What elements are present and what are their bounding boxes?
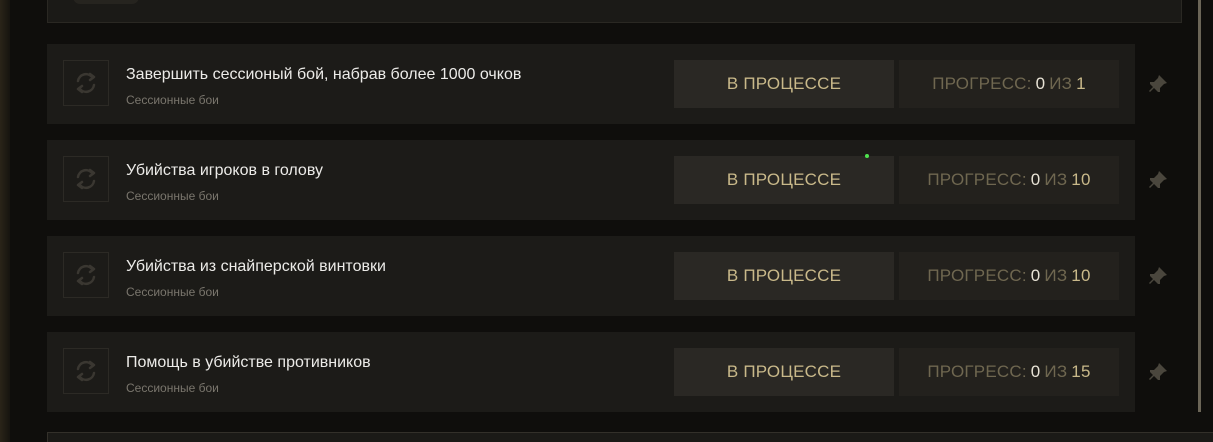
- left-decor-strip: [0, 0, 10, 442]
- progress-total: 1: [1076, 74, 1086, 93]
- status-button[interactable]: В ПРОЦЕССЕ: [674, 156, 894, 204]
- progress-separator: ИЗ: [1044, 266, 1068, 285]
- progress-total: 10: [1071, 170, 1091, 189]
- previous-panel: [47, 0, 1182, 23]
- previous-panel-tab: [73, 0, 139, 4]
- progress-indicator: ПРОГРЕСС: 0 ИЗ 10: [899, 156, 1119, 204]
- quest-type-box: [63, 348, 109, 394]
- progress-current: 0: [1030, 170, 1041, 189]
- progress-separator: ИЗ: [1049, 74, 1073, 93]
- refresh-icon: [76, 72, 96, 94]
- quest-category: Сессионные бои: [126, 189, 219, 203]
- pin-icon: [1149, 75, 1167, 92]
- status-button[interactable]: В ПРОЦЕССЕ: [674, 60, 894, 108]
- refresh-icon: [76, 264, 96, 286]
- quest-category: Сессионные бои: [126, 381, 219, 395]
- progress-indicator: ПРОГРЕСС: 0 ИЗ 15: [899, 348, 1119, 396]
- quest-row: Завершить сессионый бой, набрав более 10…: [47, 44, 1135, 124]
- pin-button[interactable]: [1146, 360, 1170, 384]
- quests-page: Завершить сессионый бой, набрав более 10…: [0, 0, 1213, 442]
- progress-total: 15: [1071, 362, 1091, 381]
- refresh-icon: [76, 360, 96, 382]
- progress-current: 0: [1035, 74, 1046, 93]
- quest-type-box: [63, 252, 109, 298]
- progress-label: ПРОГРЕСС:: [927, 266, 1027, 285]
- quest-title: Помощь в убийстве противников: [126, 354, 371, 371]
- progress-total: 10: [1071, 266, 1091, 285]
- pin-icon: [1149, 171, 1167, 188]
- pin-button[interactable]: [1146, 264, 1170, 288]
- quest-row: Убийства из снайперской винтовки Сессион…: [47, 236, 1135, 316]
- pin-button[interactable]: [1146, 72, 1170, 96]
- quest-title: Убийства игроков в голову: [126, 162, 323, 179]
- quest-title: Завершить сессионый бой, набрав более 10…: [126, 66, 522, 83]
- status-button[interactable]: В ПРОЦЕССЕ: [674, 348, 894, 396]
- progress-separator: ИЗ: [1044, 362, 1068, 381]
- cursor-dot: [865, 154, 869, 158]
- progress-current: 0: [1030, 266, 1041, 285]
- progress-label: ПРОГРЕСС:: [932, 74, 1032, 93]
- progress-separator: ИЗ: [1044, 170, 1068, 189]
- quest-row: Помощь в убийстве противников Сессионные…: [47, 332, 1135, 412]
- progress-indicator: ПРОГРЕСС: 0 ИЗ 1: [899, 60, 1119, 108]
- quest-type-box: [63, 156, 109, 202]
- progress-label: ПРОГРЕСС:: [927, 362, 1027, 381]
- quest-type-box: [63, 60, 109, 106]
- progress-indicator: ПРОГРЕСС: 0 ИЗ 10: [899, 252, 1119, 300]
- progress-label: ПРОГРЕСС:: [927, 170, 1027, 189]
- progress-current: 0: [1030, 362, 1041, 381]
- status-button[interactable]: В ПРОЦЕССЕ: [674, 252, 894, 300]
- quest-row: Убийства игроков в голову Сессионные бои…: [47, 140, 1135, 220]
- quest-title: Убийства из снайперской винтовки: [126, 258, 386, 275]
- refresh-icon: [76, 168, 96, 190]
- quest-category: Сессионные бои: [126, 93, 219, 107]
- pin-icon: [1149, 363, 1167, 380]
- pin-icon: [1149, 267, 1167, 284]
- pin-button[interactable]: [1146, 168, 1170, 192]
- scrollbar[interactable]: [1198, 0, 1201, 412]
- next-panel: [47, 432, 1213, 442]
- quest-category: Сессионные бои: [126, 285, 219, 299]
